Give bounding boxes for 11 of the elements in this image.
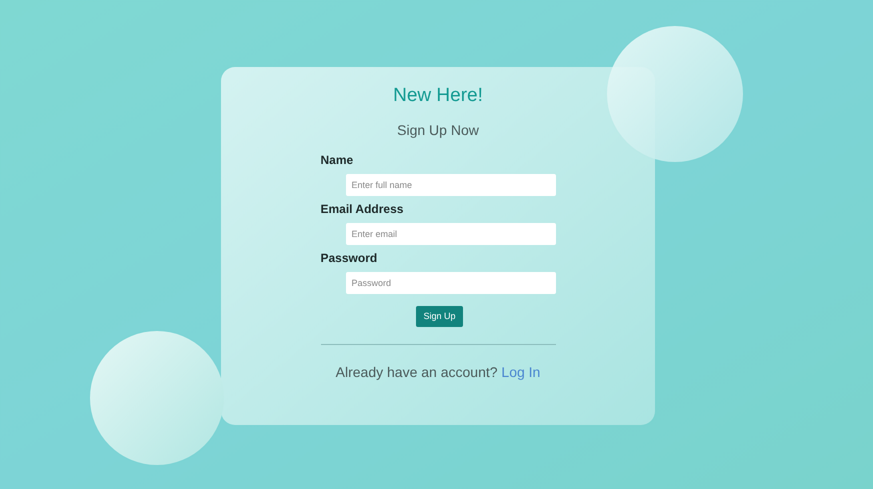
card-title: New Here! <box>393 85 483 107</box>
footer-text: Already have an account? <box>336 364 498 380</box>
input-field[interactable]: Enter full name <box>346 174 556 196</box>
field-label: Email Address <box>320 202 404 217</box>
input-field[interactable]: Password <box>346 272 556 294</box>
signup-button[interactable]: Sign Up <box>416 306 463 327</box>
input-field[interactable]: Enter email <box>346 223 556 245</box>
field-label: Name <box>320 153 354 168</box>
card-subtitle: Sign Up Now <box>397 121 479 139</box>
field-label: Password <box>320 251 378 266</box>
login-link[interactable]: Log In <box>501 364 540 380</box>
